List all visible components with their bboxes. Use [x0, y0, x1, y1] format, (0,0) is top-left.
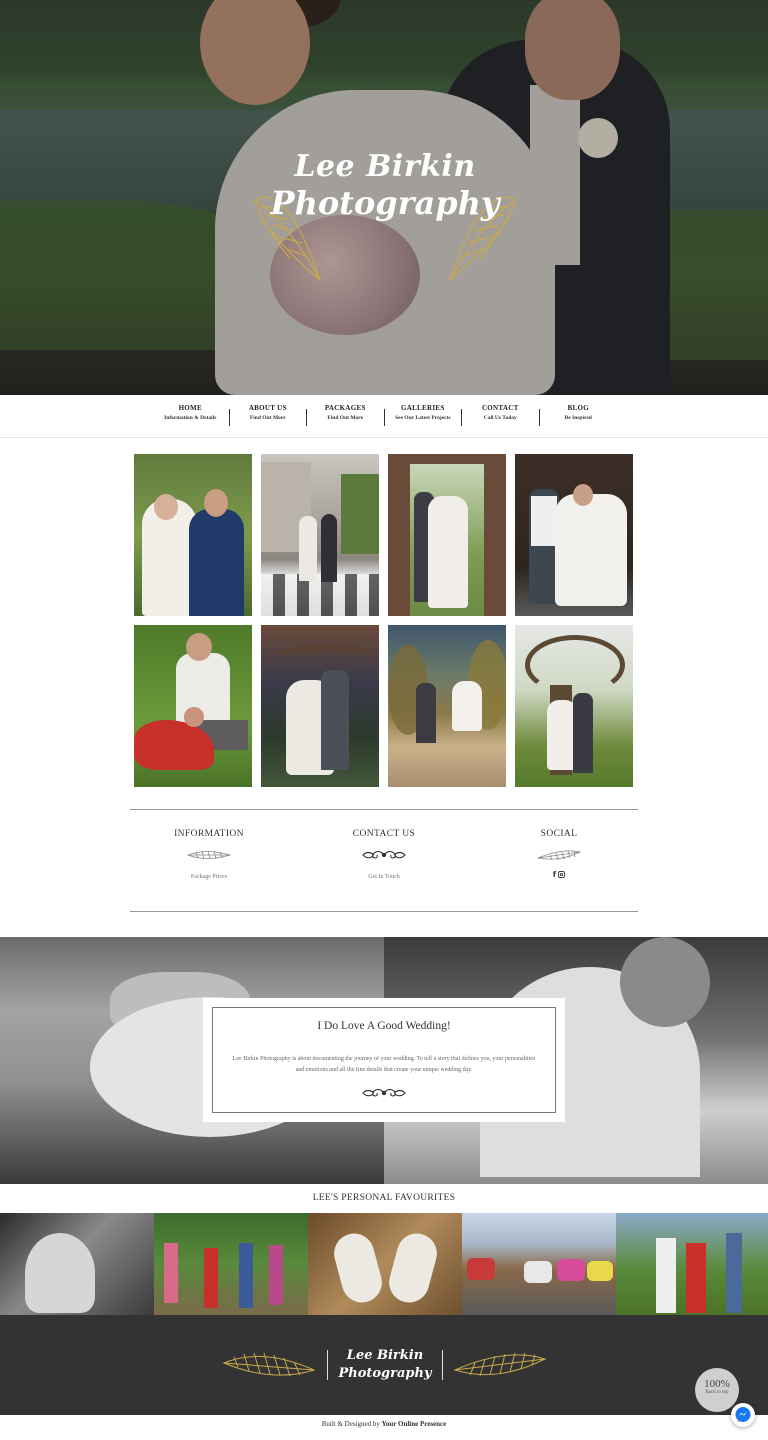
nav-item-galleries[interactable]: GALLERIES See Our Latest Projects — [385, 404, 462, 426]
nav-item-sub: See Our Latest Projects — [394, 415, 451, 421]
info-heading: CONTACT US — [352, 829, 416, 839]
nav-item-packages[interactable]: PACKAGES Find Out More — [307, 404, 385, 426]
feather-icon — [474, 848, 644, 862]
nav-item-home[interactable]: HOME Information & Details — [152, 404, 230, 426]
credit-link[interactable]: Your Online Presence — [382, 1420, 447, 1428]
gallery-photo[interactable] — [388, 625, 506, 787]
logo-line-1: Lee Birkin — [294, 149, 476, 184]
info-column-social: SOCIAL f — [474, 829, 644, 879]
nav-item-title: BLOG — [567, 404, 589, 412]
nav-item-sub: Information & Details — [164, 415, 217, 421]
nav-item-sub: Find Out More — [249, 415, 286, 421]
nav-item-blog[interactable]: BLOG Be Inspired — [540, 404, 618, 426]
favourites-title: LEE'S PERSONAL FAVOURITES — [312, 1193, 456, 1203]
nav-item-title: ABOUT US — [248, 404, 287, 412]
scroll-ornament-icon — [299, 848, 469, 862]
favourite-photo[interactable] — [462, 1213, 616, 1315]
main-nav: HOME Information & Details ABOUT US Find… — [0, 395, 768, 438]
scroll-ornament-icon — [213, 1086, 555, 1105]
nav-item-title: GALLERIES — [400, 404, 445, 412]
hero-banner: Lee Birkin Photography — [0, 0, 768, 395]
divider — [130, 809, 638, 810]
gallery-photo[interactable] — [515, 454, 633, 616]
nav-item-sub: Call Us Today — [483, 415, 517, 421]
gallery-photo[interactable] — [134, 625, 252, 787]
nav-item-about-us[interactable]: ABOUT US Find Out More — [230, 404, 307, 426]
gallery-photo[interactable] — [388, 454, 506, 616]
quote-box: I Do Love A Good Wedding! Lee Birkin Pho… — [203, 998, 565, 1122]
logo-line-2: Photography — [270, 184, 500, 222]
favourite-photo[interactable] — [0, 1213, 154, 1315]
social-icons: f — [474, 870, 644, 879]
nav-item-sub: Find Out More — [327, 415, 364, 421]
gallery-photo[interactable] — [515, 625, 633, 787]
site-logo[interactable]: Lee Birkin Photography — [250, 149, 520, 282]
nav-item-sub: Be Inspired — [564, 415, 592, 421]
back-to-top-label: Back to top — [705, 1390, 729, 1395]
feather-icon — [124, 848, 294, 862]
facebook-icon[interactable]: f — [553, 870, 556, 879]
feather-left-icon — [222, 1352, 316, 1377]
quote-text: Lee Birkin Photography is about document… — [232, 1056, 536, 1073]
footer-logo-line-2: Photography — [338, 1366, 432, 1381]
footer: Lee Birkin Photography — [0, 1315, 768, 1415]
gallery-photo[interactable] — [134, 454, 252, 616]
info-heading: INFORMATION — [174, 829, 244, 839]
gallery-photo[interactable] — [261, 625, 379, 787]
nav-item-title: PACKAGES — [324, 404, 366, 412]
info-column-contact-us: CONTACT US Get In Touch — [299, 829, 469, 880]
divider — [130, 911, 638, 912]
back-to-top-percent: 100% — [704, 1378, 730, 1390]
quote-title: I Do Love A Good Wedding! — [317, 1020, 451, 1032]
feather-right-icon — [453, 1352, 547, 1377]
favourite-photo[interactable] — [308, 1213, 462, 1315]
gallery-photo[interactable] — [261, 454, 379, 616]
credit-prefix: Built & Designed by — [321, 1420, 380, 1428]
nav-item-title: CONTACT — [481, 404, 519, 412]
instagram-icon[interactable] — [558, 871, 566, 878]
nav-item-contact[interactable]: CONTACT Call Us Today — [462, 404, 540, 426]
credit-line: Built & Designed by Your Online Presence — [0, 1420, 768, 1428]
get-in-touch-link[interactable]: Get In Touch — [299, 874, 469, 880]
package-prices-link[interactable]: Package Prices — [124, 874, 294, 880]
info-column-information: INFORMATION Package Prices — [124, 829, 294, 880]
footer-logo-line-1: Lee Birkin — [346, 1348, 424, 1363]
nav-item-title: HOME — [178, 404, 202, 412]
favourite-photo[interactable] — [616, 1213, 768, 1315]
info-heading: SOCIAL — [540, 829, 578, 839]
favourite-photo[interactable] — [154, 1213, 308, 1315]
